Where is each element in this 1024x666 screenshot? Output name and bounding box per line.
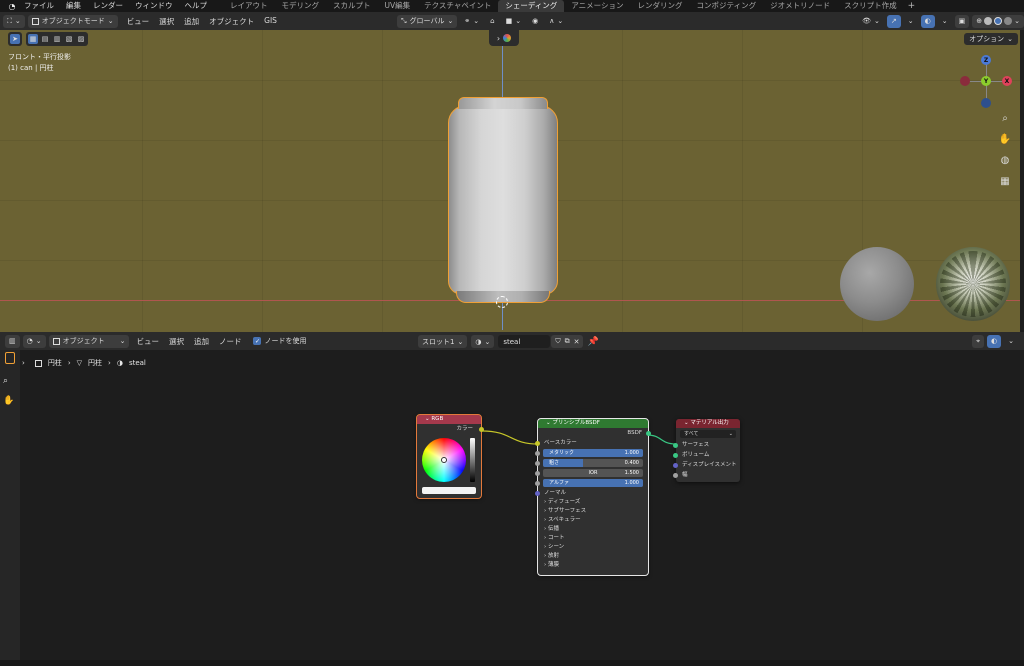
bsdf-panel-label: シーン (547, 544, 565, 550)
ior-row: IOR 1.500 (535, 468, 648, 478)
bsdf-panels: › ディフューズ › サブサーフェス › スペキュラー › 伝播 › コート › シーン ›… (538, 498, 648, 570)
bsdf-panel-row[interactable]: › サブサーフェス (538, 507, 648, 516)
roughness-row: 粗さ 0.400 (535, 458, 648, 468)
chevron-down-icon: ⌄ (728, 431, 733, 437)
metallic-value: 1.000 (624, 450, 639, 456)
alpha-socket[interactable] (535, 480, 540, 486)
output-inputs: サーフェスボリュームディスプレイスメント幅 (673, 440, 740, 480)
bsdf-output-socket[interactable] (646, 430, 651, 436)
output-target-label: すべて (684, 431, 699, 437)
bsdf-panel-row[interactable]: › ディフューズ (538, 498, 648, 507)
output-node-title[interactable]: ⌄ マテリアル出力 (676, 419, 740, 428)
bsdf-panel-row[interactable]: › 薄膜 (538, 561, 648, 570)
normal-label: ノーマル (544, 490, 567, 496)
ior-value: 1.500 (624, 470, 639, 476)
base-color-row: ベースカラー (535, 438, 648, 448)
rgb-output-row: カラー (417, 424, 484, 434)
roughness-value: 0.400 (624, 460, 639, 466)
roughness-slider[interactable]: 粗さ 0.400 (543, 459, 643, 467)
ior-field[interactable]: IOR 1.500 (543, 469, 643, 477)
link-bsdf-to-surface[interactable] (646, 434, 677, 445)
bsdf-node-title-label: プリンシプルBSDF (552, 420, 600, 426)
bsdf-panel-label: スペキュラー (547, 517, 581, 523)
base-color-socket[interactable] (535, 440, 540, 446)
rgb-node-title[interactable]: ⌄ RGB (417, 415, 481, 424)
bsdf-panel-row[interactable]: › コート (538, 534, 648, 543)
output-input-socket[interactable] (673, 462, 678, 468)
metallic-row: メタリック 1.000 (535, 448, 648, 458)
output-input-row: ディスプレイスメント (673, 460, 740, 470)
metallic-label: メタリック (549, 450, 575, 456)
bsdf-panel-label: 放射 (547, 553, 559, 559)
output-input-label: ディスプレイスメント (682, 462, 737, 468)
alpha-slider[interactable]: アルファ 1.000 (543, 479, 643, 487)
color-wheel[interactable] (422, 438, 466, 482)
color-picker-handle[interactable] (441, 457, 447, 463)
alpha-row: アルファ 1.000 (535, 478, 648, 488)
value-slider[interactable] (470, 438, 475, 482)
metallic-socket[interactable] (535, 450, 540, 456)
normal-socket[interactable] (535, 490, 540, 496)
metallic-slider[interactable]: メタリック 1.000 (543, 449, 643, 457)
principled-bsdf-node[interactable]: ⌄ プリンシプルBSDF BSDF ベースカラー メタリック 1.000 粗さ … (535, 418, 651, 576)
material-output-node[interactable]: ⌄ マテリアル出力 すべて ⌄ サーフェスボリュームディスプレイスメント幅 (673, 419, 740, 482)
output-node-title-label: マテリアル出力 (690, 420, 729, 426)
roughness-label: 粗さ (549, 460, 560, 466)
bsdf-panel-label: ディフューズ (547, 499, 581, 505)
output-input-socket[interactable] (673, 452, 678, 458)
normal-row: ノーマル (535, 488, 648, 498)
output-input-socket[interactable] (673, 472, 678, 478)
bsdf-output-row: BSDF (538, 428, 651, 438)
bsdf-panel-row[interactable]: › 放射 (538, 552, 648, 561)
rgb-output-socket[interactable] (479, 426, 484, 432)
bsdf-panel-label: 伝播 (547, 526, 559, 532)
link-rgb-to-basecolor[interactable] (481, 430, 539, 445)
base-color-label: ベースカラー (544, 440, 577, 446)
ior-socket[interactable] (535, 470, 540, 476)
output-input-row: サーフェス (673, 440, 740, 450)
output-input-row: 幅 (673, 470, 740, 480)
output-input-socket[interactable] (673, 442, 678, 448)
bsdf-panel-row[interactable]: › シーン (538, 543, 648, 552)
roughness-socket[interactable] (535, 460, 540, 466)
bsdf-panel-row[interactable]: › 伝播 (538, 525, 648, 534)
rgb-output-label: カラー (456, 426, 473, 432)
alpha-label: アルファ (549, 480, 569, 486)
bsdf-node-title[interactable]: ⌄ プリンシプルBSDF (538, 419, 648, 428)
bsdf-panel-label: 薄膜 (547, 562, 559, 568)
rgb-node[interactable]: ⌄ RGB カラー (416, 414, 484, 499)
output-input-label: ボリューム (682, 452, 710, 458)
alpha-value: 1.000 (624, 480, 639, 486)
bsdf-output-label: BSDF (627, 430, 642, 436)
bsdf-panel-label: サブサーフェス (547, 508, 587, 514)
output-target-select[interactable]: すべて ⌄ (680, 430, 736, 438)
rgb-node-title-label: RGB (431, 416, 444, 422)
status-bar (0, 660, 1024, 666)
bsdf-panel-label: コート (547, 535, 565, 541)
node-links (481, 430, 677, 445)
output-input-label: サーフェス (682, 442, 710, 448)
output-input-row: ボリューム (673, 450, 740, 460)
output-input-label: 幅 (682, 472, 688, 478)
color-swatch[interactable] (422, 487, 476, 494)
bsdf-panel-row[interactable]: › スペキュラー (538, 516, 648, 525)
